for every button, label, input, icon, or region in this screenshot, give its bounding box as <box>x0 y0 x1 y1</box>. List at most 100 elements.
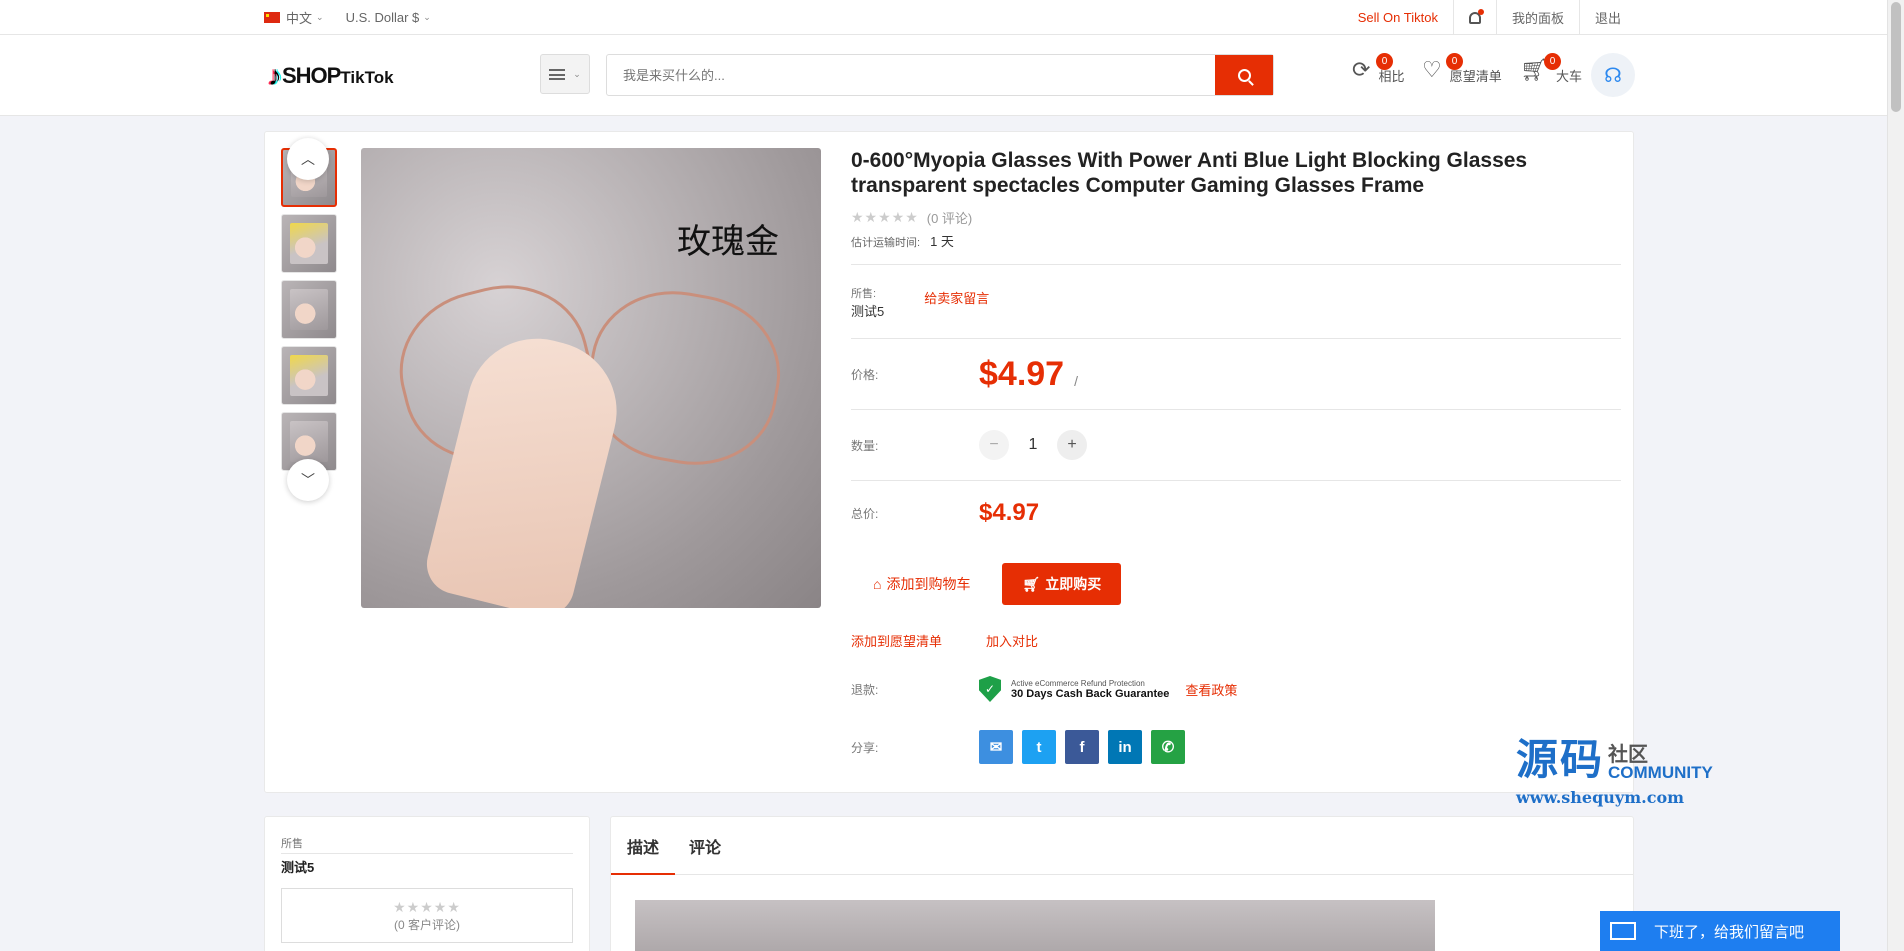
wishlist-link[interactable]: ♡ 0 愿望清单 <box>1422 53 1502 84</box>
cart-icon: 🛒︎ <box>1022 575 1041 592</box>
view-policy-link[interactable]: 查看政策 <box>1185 680 1237 699</box>
thumbnail-image <box>290 223 328 264</box>
search-button[interactable] <box>1215 55 1273 95</box>
watermark-url: www.shequym.com <box>1516 788 1685 807</box>
seller-name[interactable]: 测试5 <box>851 301 884 320</box>
shipping-label: 估计运输时间: <box>851 237 921 249</box>
linkedin-icon: in <box>1118 738 1132 756</box>
seller-box-name[interactable]: 测试5 <box>281 857 573 876</box>
chevron-down-icon: ⌄ <box>316 12 324 22</box>
total-label: 总价: <box>851 506 879 521</box>
thumb-scroll-up-button[interactable]: ︿ <box>287 138 329 180</box>
page-scrollbar[interactable] <box>1887 0 1904 951</box>
email-share-button[interactable]: ✉ <box>979 730 1013 764</box>
message-seller-link[interactable]: 给卖家留言 <box>924 288 989 307</box>
price-value: $4.97 <box>979 354 1065 393</box>
quantity-label: 数量: <box>851 438 879 453</box>
refund-label: 退款: <box>851 682 879 697</box>
language-selector[interactable]: 中文 ⌄ <box>264 8 324 27</box>
rating-stars: ★★★★★ <box>851 209 919 225</box>
search-input[interactable] <box>607 55 1215 95</box>
menu-icon <box>549 68 566 80</box>
refund-badge: ✓ Active eCommerce Refund Protection 30 … <box>979 676 1169 702</box>
refund-line2: 30 Days Cash Back Guarantee <box>1011 687 1170 700</box>
cart-link[interactable]: 🛒︎ 0 大车 <box>1520 53 1582 84</box>
search-bar <box>606 54 1274 96</box>
notifications-button[interactable] <box>1452 0 1496 35</box>
seller-review-count: (0 客户评论) <box>393 917 460 932</box>
sell-on-tiktok-link[interactable]: Sell On Tiktok <box>1343 0 1453 35</box>
scrollbar-thumb[interactable] <box>1891 2 1901 112</box>
chevron-up-icon: ︿ <box>301 151 315 167</box>
watermark-small-a: 社区 <box>1608 744 1649 766</box>
headset-icon: ☊ <box>1604 64 1622 87</box>
header: ♪ SHOP TikTok ⌄ ⟳ 0 相比 ♡ 0 愿望清单 🛒︎ 0 大车 … <box>0 35 1904 116</box>
currency-label: U.S. Dollar $ <box>345 10 420 25</box>
watermark-big: 源码 <box>1516 736 1605 783</box>
twitter-share-button[interactable]: t <box>1022 730 1056 764</box>
seller-rating-box: ★★★★★ (0 客户评论) <box>281 888 573 943</box>
search-icon <box>1237 68 1251 82</box>
thumbnail-gallery <box>281 148 341 478</box>
share-row: 分享: ✉ t f in ✆ <box>851 730 1621 764</box>
facebook-icon: f <box>1079 738 1085 756</box>
add-to-cart-button[interactable]: ⌂ 添加到购物车 <box>851 563 993 605</box>
china-flag-icon <box>264 12 280 23</box>
quantity-increase-button[interactable]: + <box>1057 430 1087 460</box>
logo-shop-text: SHOP <box>282 63 341 88</box>
thumbnail-image <box>290 289 328 330</box>
shield-check-icon: ✓ <box>979 676 1001 702</box>
facebook-share-button[interactable]: f <box>1065 730 1099 764</box>
image-caption: 玫瑰金 <box>677 222 779 262</box>
heart-icon: ♡ <box>1422 57 1442 82</box>
product-title: 0-600°Myopia Glasses With Power Anti Blu… <box>851 149 1528 197</box>
compare-link[interactable]: ⟳ 0 相比 <box>1352 53 1404 84</box>
total-row: 总价: $4.97 <box>851 481 1621 545</box>
logo[interactable]: ♪ SHOP TikTok <box>268 60 394 92</box>
envelope-icon <box>1610 922 1636 940</box>
product-panel: ︿ ﹀ 玫瑰金 0-600°Myopia Glasses With Power … <box>264 131 1634 793</box>
add-to-wishlist-link[interactable]: 添加到愿望清单 <box>851 631 942 650</box>
product-tabs: 描述 评论 <box>610 816 1634 951</box>
add-to-cart-label: 添加到购物车 <box>886 576 971 592</box>
buy-now-button[interactable]: 🛒︎ 立即购买 <box>1002 563 1122 605</box>
quantity-row: 数量: − 1 + <box>851 410 1621 480</box>
add-to-compare-link[interactable]: 加入对比 <box>986 631 1038 650</box>
support-button[interactable]: ☊ <box>1591 53 1635 97</box>
thumbnail[interactable] <box>281 346 337 405</box>
quantity-input[interactable]: 1 <box>1009 436 1057 454</box>
secondary-links: 添加到愿望清单 加入对比 <box>851 631 1621 650</box>
thumb-scroll-down-button[interactable]: ﹀ <box>287 459 329 501</box>
thumbnail[interactable] <box>281 214 337 273</box>
tiktok-note-icon: ♪ <box>268 60 282 91</box>
currency-selector[interactable]: U.S. Dollar $ ⌄ <box>346 10 431 25</box>
tab-reviews[interactable]: 评论 <box>689 817 721 874</box>
chat-widget-button[interactable]: 下班了，给我们留言吧 <box>1600 911 1840 951</box>
sold-by-label: 所售: <box>851 288 877 300</box>
thumbnail[interactable] <box>281 280 337 339</box>
chevron-down-icon: ⌄ <box>423 12 431 22</box>
cart-label: 大车 <box>1555 69 1582 84</box>
total-price: $4.97 <box>979 499 1040 526</box>
email-icon: ✉ <box>989 739 1003 756</box>
logo-tiktok-text: TikTok <box>340 68 394 87</box>
product-info: 0-600°Myopia Glasses With Power Anti Blu… <box>851 148 1621 764</box>
linkedin-share-button[interactable]: in <box>1108 730 1142 764</box>
sold-by-row: 所售: 测试5 给卖家留言 <box>851 265 1621 338</box>
description-image <box>635 900 1435 951</box>
chevron-down-icon: ⌄ <box>573 68 581 79</box>
whatsapp-share-button[interactable]: ✆ <box>1151 730 1185 764</box>
bell-icon <box>1468 8 1484 24</box>
review-count[interactable]: (0 评论) <box>927 208 973 227</box>
price-row: 价格: $4.97 / <box>851 339 1621 409</box>
category-menu-button[interactable]: ⌄ <box>540 54 590 94</box>
quantity-decrease-button[interactable]: − <box>979 430 1009 460</box>
main-product-image[interactable]: 玫瑰金 <box>361 148 821 608</box>
chat-label: 下班了，给我们留言吧 <box>1654 923 1805 941</box>
tab-description[interactable]: 描述 <box>610 817 676 875</box>
shipping-value: 1 天 <box>930 234 954 249</box>
dashboard-link[interactable]: 我的面板 <box>1495 0 1579 35</box>
cart-count-badge: 0 <box>1544 53 1561 70</box>
share-label: 分享: <box>851 740 879 755</box>
logout-link[interactable]: 退出 <box>1578 0 1636 35</box>
